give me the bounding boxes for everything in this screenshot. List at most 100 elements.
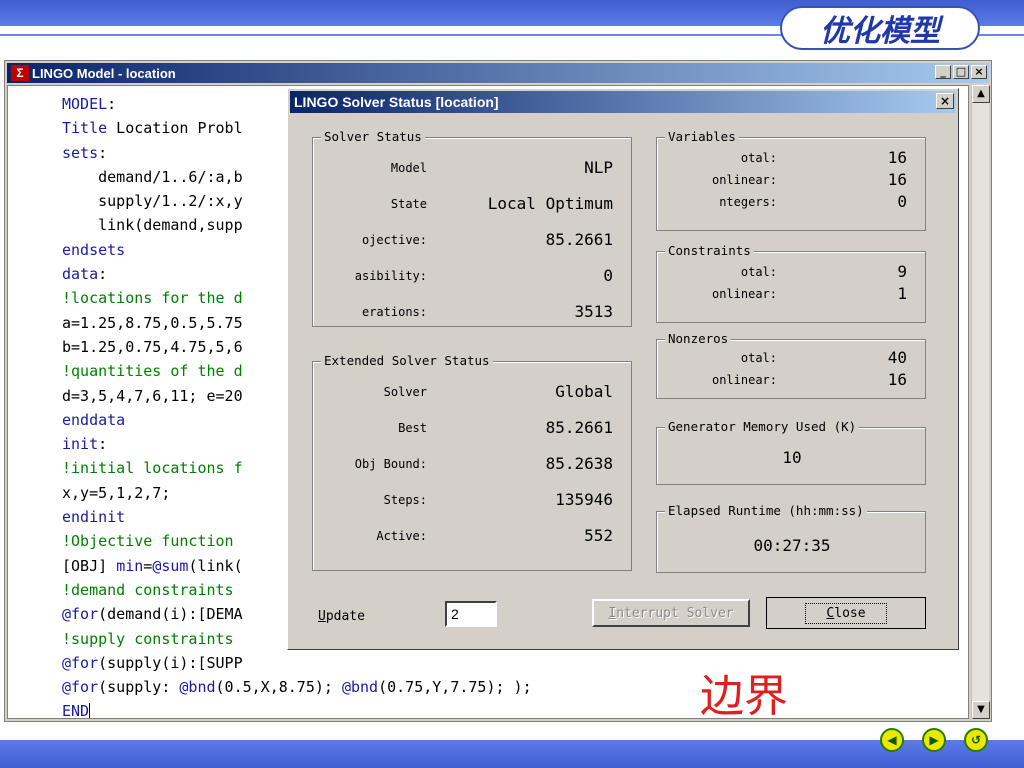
nonzeros-group: Nonzeros otal: 40 onlinear: 16 bbox=[656, 331, 926, 399]
return-icon[interactable]: ↺ bbox=[964, 728, 988, 752]
stat-value: 16 bbox=[887, 148, 907, 167]
prev-slide-icon[interactable]: ◀ bbox=[880, 728, 904, 752]
code-text: a=1.25,8.75,0.5,5.75 bbox=[62, 313, 243, 332]
stat-value: 0 bbox=[897, 192, 907, 211]
stat-value: 85.2638 bbox=[545, 454, 613, 473]
code-text: : bbox=[98, 265, 108, 284]
code-text: (supply: bbox=[98, 678, 180, 697]
group-title: Nonzeros bbox=[665, 331, 732, 346]
dialog-close-icon[interactable]: × bbox=[936, 93, 954, 109]
code-text: (0.5,X,8.75); bbox=[215, 678, 342, 697]
code-keyword: endsets bbox=[62, 240, 126, 259]
next-slide-icon[interactable]: ▶ bbox=[922, 728, 946, 752]
constraints-group: Constraints otal: 9 onlinear: 1 bbox=[656, 243, 926, 323]
stat-value: 0 bbox=[603, 266, 613, 285]
code-text: [OBJ] bbox=[62, 556, 117, 575]
code-text: b=1.25,0.75,4.75,5,6 bbox=[62, 337, 243, 356]
stat-value: 135946 bbox=[555, 490, 613, 509]
scroll-up-icon[interactable]: ▲ bbox=[972, 85, 990, 103]
interrupt-solver-button[interactable]: Interrupt Solver bbox=[592, 599, 750, 627]
code-keyword: MODEL bbox=[62, 95, 108, 113]
stat-label: Best bbox=[398, 421, 427, 435]
minimize-button[interactable]: _ bbox=[935, 65, 951, 79]
dialog-titlebar[interactable]: LINGO Solver Status [location] bbox=[290, 91, 956, 113]
group-title: Variables bbox=[665, 129, 739, 144]
code-keyword: @sum bbox=[152, 556, 189, 575]
stat-label: otal: bbox=[740, 351, 777, 365]
group-title: Elapsed Runtime (hh:mm:ss) bbox=[665, 503, 867, 518]
model-window-title: LINGO Model - location bbox=[32, 65, 176, 81]
model-window-titlebar[interactable]: Σ LINGO Model - location _ □ × bbox=[7, 63, 989, 83]
stat-value: 552 bbox=[584, 526, 613, 545]
group-title: Extended Solver Status bbox=[321, 353, 493, 368]
update-label: Update bbox=[318, 609, 365, 624]
close-button[interactable]: Close bbox=[766, 597, 926, 629]
slide-title: 优化模型 bbox=[780, 6, 980, 50]
code-keyword: @for bbox=[62, 605, 99, 624]
code-comment: !supply constraints bbox=[62, 629, 234, 648]
memory-group: Generator Memory Used (K) 10 bbox=[656, 419, 926, 485]
code-text: (link( bbox=[188, 556, 243, 575]
code-text: = bbox=[143, 556, 153, 575]
stat-label: otal: bbox=[740, 151, 777, 165]
code-text: demand/1..6/:a,b bbox=[62, 167, 243, 186]
code-text: supply/1..2/:x,y bbox=[62, 192, 243, 211]
code-text: : bbox=[98, 435, 108, 454]
stat-value: 85.2661 bbox=[545, 230, 613, 249]
stat-value: 85.2661 bbox=[545, 418, 613, 437]
code-text: d=3,5,4,7,6,11; e=20 bbox=[62, 386, 243, 405]
stat-value: 16 bbox=[887, 370, 907, 389]
code-text: : bbox=[107, 95, 117, 113]
code-comment: !demand constraints bbox=[62, 580, 234, 599]
stat-label: asibility: bbox=[354, 269, 427, 283]
code-line: @for(supply(i):[SUPP bbox=[62, 651, 968, 675]
code-keyword: endinit bbox=[62, 508, 126, 527]
stat-label: onlinear: bbox=[711, 287, 777, 301]
update-interval-input[interactable]: 2 bbox=[445, 601, 497, 627]
maximize-button[interactable]: □ bbox=[953, 65, 969, 79]
code-keyword: sets bbox=[62, 143, 99, 162]
stat-label: State bbox=[390, 197, 427, 211]
stat-value: NLP bbox=[584, 158, 613, 177]
stat-label: erations: bbox=[361, 305, 427, 319]
stat-label: onlinear: bbox=[711, 373, 777, 387]
runtime-value: 00:27:35 bbox=[753, 536, 831, 555]
stat-value: 1 bbox=[897, 284, 907, 303]
code-comment: !locations for the d bbox=[62, 289, 243, 308]
stat-value: 3513 bbox=[574, 302, 613, 321]
stat-value: 9 bbox=[897, 262, 907, 281]
stat-label: Model bbox=[390, 161, 427, 175]
code-comment: !initial locations f bbox=[62, 459, 243, 478]
code-keyword: Title bbox=[62, 119, 108, 138]
code-text: (demand(i):[DEMA bbox=[98, 605, 243, 624]
scroll-down-icon[interactable]: ▼ bbox=[972, 701, 990, 719]
vertical-scrollbar[interactable]: ▲ ▼ bbox=[971, 85, 990, 719]
group-title: Solver Status bbox=[321, 129, 425, 144]
text-caret bbox=[89, 703, 91, 718]
stat-label: Active: bbox=[376, 529, 427, 543]
code-text: (supply(i):[SUPP bbox=[98, 653, 243, 672]
variables-group: Variables otal: 16 onlinear: 16 ntegers: 0 bbox=[656, 129, 926, 231]
code-keyword: enddata bbox=[62, 410, 126, 429]
code-comment: !Objective function bbox=[62, 532, 234, 551]
code-keyword: min bbox=[116, 556, 144, 575]
stat-label: otal: bbox=[740, 265, 777, 279]
code-text: (0.75,Y,7.75); ); bbox=[378, 678, 532, 697]
stat-label: onlinear: bbox=[711, 173, 777, 187]
stat-value: 40 bbox=[887, 348, 907, 367]
code-keyword: @for bbox=[62, 653, 99, 672]
code-keyword: END bbox=[62, 702, 90, 719]
code-line: END bbox=[62, 699, 968, 719]
code-text: : bbox=[98, 143, 108, 162]
group-title: Generator Memory Used (K) bbox=[665, 419, 860, 434]
solver-status-dialog: LINGO Solver Status [location] × Solver … bbox=[287, 88, 959, 650]
close-window-button[interactable]: × bbox=[971, 65, 987, 79]
stat-label: Steps: bbox=[383, 493, 427, 507]
code-text: Location Probl bbox=[107, 119, 243, 138]
stat-value: 16 bbox=[887, 170, 907, 189]
stat-value: Local Optimum bbox=[487, 194, 613, 213]
code-keyword: init bbox=[62, 435, 99, 454]
memory-value: 10 bbox=[782, 448, 802, 467]
solver-status-group: Solver Status Model NLP State Local Optimum… bbox=[312, 129, 632, 327]
extended-status-group: Extended Solver Status Solver Global Best 8… bbox=[312, 353, 632, 571]
